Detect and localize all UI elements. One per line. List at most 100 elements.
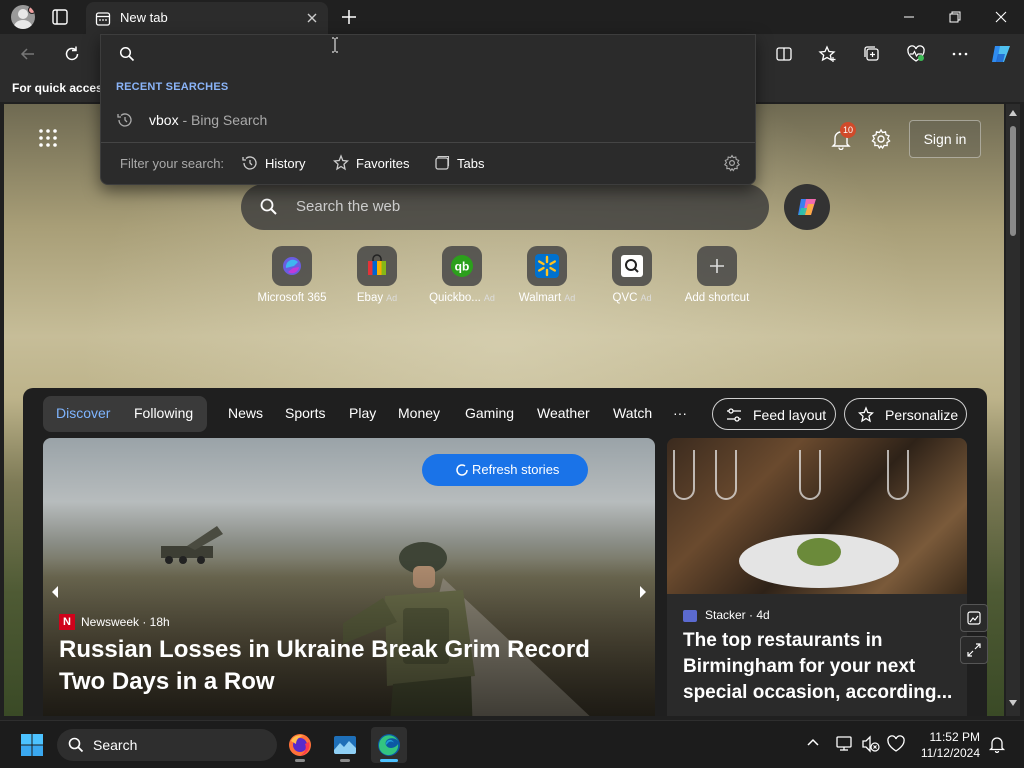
windows-start-icon[interactable] (20, 733, 44, 757)
shortcut-label: QVC (612, 292, 638, 304)
refresh-stories-button[interactable]: Refresh stories (422, 454, 588, 486)
tab-discover[interactable]: Discover (56, 405, 110, 421)
source-name: Stacker · 4d (705, 608, 770, 622)
category-gaming[interactable]: Gaming (465, 405, 514, 421)
newsweek-logo: N (59, 614, 75, 630)
tab-following[interactable]: Following (134, 405, 193, 421)
scroll-up-arrow-icon[interactable] (1009, 110, 1017, 116)
copilot-toolbar-icon[interactable] (989, 42, 1013, 66)
side-story-card[interactable]: Stacker · 4d The top restaurants in Birm… (667, 438, 967, 716)
page-scrollbar[interactable] (1006, 104, 1020, 716)
shortcut-microsoft-365[interactable]: Microsoft 365 (249, 246, 335, 304)
taskbar-photos-app[interactable] (327, 727, 363, 763)
show-hidden-icons-chevron-icon[interactable] (805, 735, 821, 751)
category-sports[interactable]: Sports (285, 405, 325, 421)
app-launcher-grid-icon[interactable] (38, 128, 58, 148)
favorites-star-icon[interactable] (816, 42, 840, 66)
title-bar: New tab (0, 0, 1024, 34)
more-categories-button[interactable]: ··· (673, 405, 687, 421)
expand-icon[interactable] (960, 636, 988, 664)
shortcut-quickbooks[interactable]: qb Quickbo... Ad (419, 246, 505, 304)
personalize-button[interactable]: Personalize (844, 398, 967, 430)
tab-new-tab[interactable]: New tab (86, 2, 328, 34)
shortcut-label: Add shortcut (684, 292, 750, 304)
stacker-logo (683, 610, 697, 622)
favorites-bar-hint: For quick access (12, 81, 110, 95)
feed-layout-button[interactable]: Feed layout (712, 398, 836, 430)
volume-muted-icon[interactable] (861, 735, 881, 753)
back-arrow-icon[interactable] (16, 42, 40, 66)
search-settings-gear-icon[interactable] (723, 154, 741, 172)
ad-label: Ad (564, 293, 576, 303)
profile-avatar[interactable] (11, 5, 35, 29)
personalize-label: Personalize (885, 407, 959, 423)
network-icon[interactable] (835, 735, 855, 753)
category-watch[interactable]: Watch (613, 405, 652, 421)
feed-mode-toggle: Discover Following (43, 396, 207, 432)
history-clock-icon (116, 111, 134, 129)
feed-layout-label: Feed layout (753, 407, 827, 423)
filter-history-label: History (265, 156, 306, 171)
dropdown-divider (101, 142, 755, 143)
category-weather[interactable]: Weather (537, 405, 590, 421)
split-screen-icon[interactable] (772, 42, 796, 66)
notification-badge: 10 (840, 122, 856, 138)
news-feed: Discover Following News Sports Play Mone… (23, 388, 987, 716)
new-tab-plus-icon[interactable] (338, 6, 360, 28)
add-shortcut-button[interactable]: Add shortcut (674, 246, 760, 304)
recent-search-item[interactable]: vbox - Bing Search (101, 105, 755, 135)
side-story-headline[interactable]: The top restaurants in Birmingham for yo… (683, 628, 953, 706)
source-name: Newsweek · 18h (81, 615, 170, 629)
ad-label: Ad (640, 293, 652, 303)
shortcut-ebay[interactable]: Ebay Ad (334, 246, 420, 304)
taskbar-firefox[interactable] (282, 727, 318, 763)
scrollbar-thumb[interactable] (1010, 126, 1016, 236)
previous-arrow-icon[interactable] (43, 572, 67, 612)
main-story-headline[interactable]: Russian Losses in Ukraine Break Grim Rec… (59, 634, 639, 698)
taskbar-edge[interactable] (371, 727, 407, 763)
taskbar-search-label: Search (93, 737, 138, 753)
notifications-bell-icon[interactable] (988, 735, 1006, 753)
web-search-placeholder: Search the web (296, 198, 401, 215)
system-clock[interactable]: 11:52 PM 11/12/2024 (912, 729, 980, 761)
more-options-icon[interactable] (948, 42, 972, 66)
ad-label: Ad (386, 293, 398, 303)
address-input[interactable] (143, 41, 743, 65)
shortcut-qvc[interactable]: QVC Ad (589, 246, 675, 304)
taskbar-search-box[interactable]: Search (57, 729, 277, 761)
change-background-icon[interactable] (960, 604, 988, 632)
category-play[interactable]: Play (349, 405, 376, 421)
plus-icon (710, 259, 724, 273)
ad-label: Ad (483, 293, 495, 303)
minimize-icon[interactable] (886, 0, 932, 34)
ebay-bag-icon (368, 254, 386, 275)
browser-essentials-icon[interactable] (904, 42, 928, 66)
close-window-icon[interactable] (978, 0, 1024, 34)
qvc-icon (621, 255, 643, 277)
next-arrow-icon[interactable] (631, 572, 655, 612)
recent-source: - Bing Search (182, 112, 268, 128)
close-tab-icon[interactable] (305, 11, 319, 25)
copilot-tray-icon[interactable] (886, 735, 906, 753)
sign-in-button[interactable]: Sign in (909, 120, 981, 158)
tab-actions-icon[interactable] (49, 6, 71, 28)
edge-icon (378, 734, 400, 756)
sliders-icon (727, 408, 741, 422)
category-news[interactable]: News (228, 405, 263, 421)
web-search-box[interactable]: Search the web (241, 184, 769, 230)
collections-icon[interactable] (860, 42, 884, 66)
refresh-icon[interactable] (60, 42, 84, 66)
clock-time: 11:52 PM (929, 730, 980, 744)
text-cursor-icon (331, 37, 339, 53)
category-money[interactable]: Money (398, 405, 440, 421)
shortcut-walmart[interactable]: Walmart Ad (504, 246, 590, 304)
quickbooks-icon: qb (451, 255, 473, 277)
copilot-button[interactable] (784, 184, 830, 230)
main-story-card[interactable]: Refresh stories N Newsweek · 18h Russian… (43, 438, 655, 716)
page-settings-gear-icon[interactable] (870, 128, 892, 150)
tabs-icon (435, 155, 450, 170)
filter-favorites-label: Favorites (356, 156, 410, 171)
restore-icon[interactable] (932, 0, 978, 34)
scroll-down-arrow-icon[interactable] (1009, 700, 1017, 706)
recent-searches-header: RECENT SEARCHES (116, 81, 229, 93)
